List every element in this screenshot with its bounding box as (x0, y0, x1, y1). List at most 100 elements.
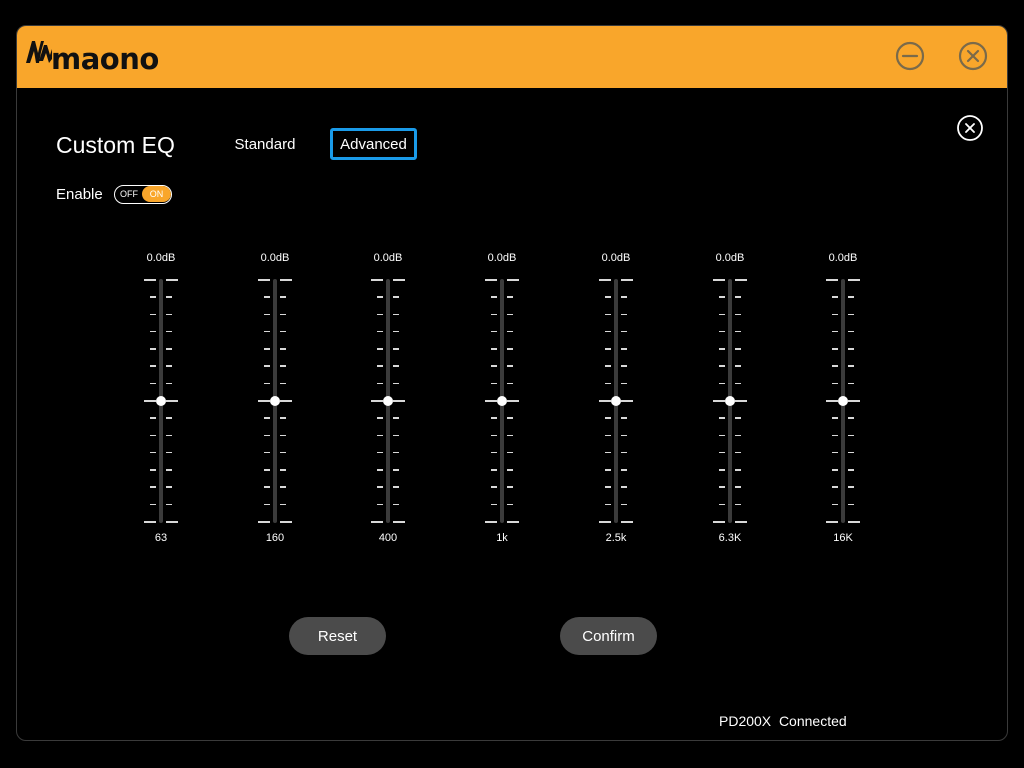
scale-tick (605, 382, 611, 385)
scale-tick (150, 313, 156, 316)
scale-tick (280, 469, 286, 471)
scale-tick (166, 382, 172, 385)
scale-tick (735, 382, 741, 385)
scale-tick (377, 365, 383, 367)
scale-tick (848, 313, 854, 316)
scale-tick (621, 348, 627, 350)
scale-tick (719, 330, 725, 333)
eq-slider-knob[interactable] (497, 395, 507, 406)
scale-tick (848, 330, 854, 333)
scale-tick (832, 503, 838, 506)
reset-button[interactable]: Reset (289, 617, 386, 655)
scale-tick (166, 313, 172, 316)
logo-text: maono (51, 42, 159, 76)
scale-tick (377, 503, 383, 506)
scale-tick (485, 279, 497, 281)
scale-tick (485, 521, 497, 523)
scale-tick (491, 348, 497, 350)
scale-tick (280, 486, 286, 488)
scale-tick (393, 279, 405, 281)
eq-band-400: 0.0dB 400 (358, 248, 418, 548)
scale-tick (621, 330, 627, 333)
eq-band-1k: 0.0dB 1k (472, 248, 532, 548)
scale-tick (719, 296, 725, 298)
scale-tick (735, 330, 741, 333)
tab-standard[interactable]: Standard (225, 128, 305, 160)
minimize-button[interactable] (895, 41, 925, 71)
scale-tick (166, 434, 172, 437)
enable-toggle[interactable]: OFF ON (114, 185, 172, 204)
scale-tick (150, 417, 156, 419)
scale-tick (491, 296, 497, 298)
band-frequency-label: 16K (833, 532, 853, 544)
scale-tick (507, 451, 513, 454)
band-frequency-label: 400 (378, 532, 398, 544)
scale-tick (264, 503, 270, 506)
band-gain-label: 0.0dB (146, 252, 176, 264)
eq-slider-knob[interactable] (725, 395, 735, 406)
scale-tick (621, 451, 627, 454)
scale-tick (848, 434, 854, 437)
eq-slider-knob[interactable] (838, 395, 848, 406)
scale-tick (264, 486, 270, 488)
scale-tick (264, 330, 270, 333)
confirm-button[interactable]: Confirm (560, 617, 657, 655)
scale-tick (848, 348, 854, 350)
eq-slider-knob[interactable] (270, 395, 280, 406)
scale-tick (735, 313, 741, 316)
scale-tick (507, 469, 513, 471)
scale-tick (848, 503, 854, 506)
scale-tick (166, 451, 172, 454)
scale-tick (621, 400, 633, 402)
eq-slider-knob[interactable] (611, 395, 621, 406)
scale-tick (377, 382, 383, 385)
scale-tick (713, 521, 725, 523)
scale-tick (621, 434, 627, 437)
scale-tick (264, 417, 270, 419)
scale-tick (264, 296, 270, 298)
close-circle-icon (958, 41, 988, 71)
panel-close-button[interactable] (956, 114, 984, 142)
scale-tick (832, 469, 838, 471)
scale-tick (264, 365, 270, 367)
scale-tick (719, 434, 725, 437)
page-title: Custom EQ (56, 132, 175, 158)
scale-tick (393, 313, 399, 316)
scale-tick (280, 434, 286, 437)
scale-tick (150, 469, 156, 471)
window-close-button[interactable] (958, 41, 988, 71)
scale-tick (371, 279, 383, 281)
scale-tick (377, 469, 383, 471)
scale-tick (621, 503, 627, 506)
band-gain-label: 0.0dB (373, 252, 403, 264)
eq-slider-knob[interactable] (156, 395, 166, 406)
maono-logo-icon (26, 41, 52, 63)
close-circle-icon (957, 115, 983, 141)
eq-slider-knob[interactable] (383, 395, 393, 406)
scale-tick (713, 400, 725, 402)
tab-advanced[interactable]: Advanced (330, 128, 417, 160)
scale-tick (605, 417, 611, 419)
scale-tick (719, 417, 725, 419)
scale-tick (848, 417, 854, 419)
toggle-off-label: OFF (120, 189, 138, 199)
scale-tick (832, 296, 838, 298)
scale-tick (491, 417, 497, 419)
scale-tick (258, 521, 270, 523)
scale-tick (507, 417, 513, 419)
scale-tick (393, 417, 399, 419)
scale-tick (280, 521, 292, 523)
scale-tick (491, 469, 497, 471)
scale-tick (507, 313, 513, 316)
scale-tick (719, 382, 725, 385)
scale-tick (144, 279, 156, 281)
scale-tick (735, 348, 741, 350)
scale-tick (832, 434, 838, 437)
scale-tick (735, 521, 747, 523)
scale-tick (719, 313, 725, 316)
title-bar: maono (17, 26, 1007, 88)
scale-tick (735, 469, 741, 471)
scale-tick (377, 434, 383, 437)
scale-tick (393, 434, 399, 437)
scale-tick (280, 400, 292, 402)
